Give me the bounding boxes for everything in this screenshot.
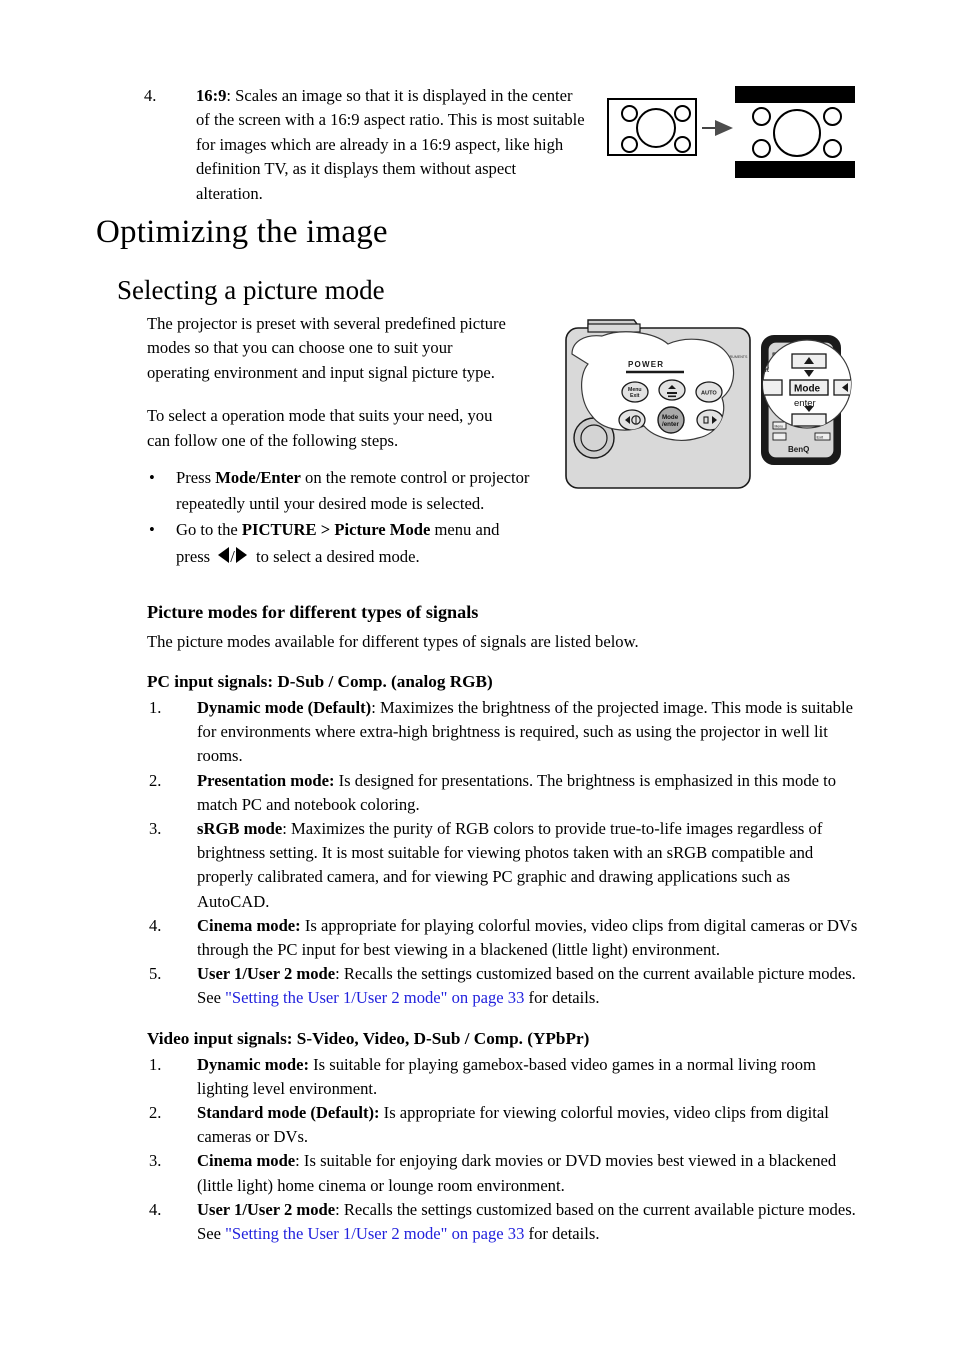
cross-reference-link[interactable]: "Setting the User 1/User 2 mode" on page… (225, 1224, 524, 1243)
aspect-ratio-list-item: 4. 16:9: Scales an image so that it is d… (140, 84, 590, 206)
projector-and-remote-illustration: DLP BY TEXAS INSTRUMENTS POWER Menu Exit (565, 319, 852, 489)
panel-button-up-keystone[interactable] (658, 379, 686, 401)
video-signals-heading: Video input signals: S-Video, Video, D-S… (147, 1028, 590, 1048)
list-item: 1. Dynamic mode (Default): Maximizes the… (147, 696, 859, 769)
small-circle-top-left (621, 105, 638, 122)
list-item: 1. Dynamic mode: Is suitable for playing… (147, 1053, 859, 1101)
list-item-body: 16:9: Scales an image so that it is disp… (196, 84, 586, 206)
list-item-number: 4. (144, 86, 157, 105)
pc-modes-list: 1. Dynamic mode (Default) : Maximizes the… (147, 696, 859, 1011)
video-modes-list: 1. Dynamic mode: Is suitable for playing… (147, 1053, 859, 1247)
svg-text:Exit: Exit (817, 435, 825, 440)
small-circle-bottom-right (674, 136, 691, 153)
panel-button-mode-enter[interactable]: Mode /enter (657, 406, 685, 434)
large-circle-shape (636, 108, 676, 148)
bullet-marker: • (149, 468, 155, 487)
list-item-text: : Scales an image so that it is displaye… (196, 86, 585, 203)
list-item: 4. Cinema mode: Is appropriate for playi… (147, 914, 859, 962)
list-item-number: 1. (149, 698, 162, 717)
bullet-text-post: menu and (430, 520, 500, 540)
list-item-term: Standard mode (Default): (197, 1103, 380, 1123)
list-item-text: : Maximizes the purity of RGB colors to … (197, 819, 823, 911)
svg-text:/enter: /enter (662, 421, 679, 428)
list-item: 3. Cinema mode: Is suitable for enjoying… (147, 1149, 859, 1197)
panel-button-left[interactable] (618, 409, 646, 431)
bullet-line2-pre: press (176, 546, 215, 566)
svg-text:Exit: Exit (630, 393, 640, 399)
selection-steps-list: • Press Mode/Enter on the remote control… (147, 465, 547, 570)
lower-content: Picture modes for different types of sig… (147, 600, 859, 1246)
list-item: • Go to the PICTURE > Picture Mode menu … (147, 517, 547, 569)
list-item-term: User 1/User 2 mode (197, 964, 336, 984)
list-item-number: 2. (149, 770, 162, 790)
panel-button-auto[interactable]: AUTO (695, 381, 723, 403)
list-item-text-after: for details. (524, 1224, 600, 1244)
small-circle-top-right (674, 105, 691, 122)
arrow-left-icon (218, 546, 230, 563)
svg-text:Mode: Mode (662, 414, 679, 421)
list-item-number: 4. (149, 915, 162, 935)
pc-signals-heading: PC input signals: D-Sub / Comp. (analog … (147, 672, 493, 691)
small-circle-top-left (752, 107, 771, 126)
target-screen-illustration (735, 86, 855, 178)
source-screen-illustration (607, 98, 697, 156)
small-circle-bottom-left (752, 139, 771, 158)
bullet-text-pre: Go to the (176, 520, 242, 540)
remote-control: Exit Menu BenQ Mode enter (761, 335, 852, 465)
list-item-text-after: for details. (524, 988, 600, 1008)
arrow-right-icon (235, 546, 247, 563)
target-screen-active-area (735, 103, 855, 161)
lead-paragraph: The picture modes available for differen… (147, 632, 639, 651)
remote-mode-label: Mode (794, 384, 821, 395)
arrow-right-icon (702, 120, 733, 136)
list-item-term: User 1/User 2 mode (197, 1199, 336, 1219)
section-title: Selecting a picture mode (117, 275, 385, 305)
list-item: 5. User 1/User 2 mode: Recalls the setti… (147, 962, 859, 1010)
intro-paragraph-1: The projector is preset with several pre… (147, 314, 506, 382)
arrow-separator: / (230, 546, 235, 566)
power-label: POWER (628, 360, 664, 369)
svg-text:AUTO: AUTO (701, 391, 717, 397)
intro-column: The projector is preset with several pre… (147, 312, 519, 453)
panel-button-menu-exit[interactable]: Menu Exit (621, 381, 649, 403)
list-item-term: sRGB mode (197, 819, 283, 839)
list-item-term: Dynamic mode: (197, 1054, 309, 1074)
large-circle-shape (773, 109, 821, 157)
list-item-term: Cinema mode (197, 1151, 296, 1171)
list-item: 4. User 1/User 2 mode: Recalls the setti… (147, 1198, 859, 1246)
list-item-number: 2. (149, 1103, 162, 1123)
list-item-term: Presentation mode: (197, 770, 335, 790)
document-page: 4. 16:9: Scales an image so that it is d… (0, 0, 954, 1352)
aspect-ratio-diagram (607, 86, 859, 178)
list-item-number: 3. (149, 819, 162, 839)
intro-paragraph-2: To select a operation mode that suits yo… (147, 406, 493, 450)
list-item: 2. Standard mode (Default): Is appropria… (147, 1101, 859, 1149)
small-circle-top-right (823, 107, 842, 126)
list-item-number: 4. (149, 1199, 162, 1219)
bullet-text-pre: Press (176, 468, 216, 487)
bullet-line2-post: to select a desired mode. (251, 546, 420, 566)
list-item-term: 16:9 (196, 86, 227, 105)
remote-brand-label: BenQ (788, 445, 809, 454)
small-circle-bottom-right (823, 139, 842, 158)
bullet-text-bold: Mode/Enter (215, 468, 301, 487)
list-item-number: 5. (149, 964, 162, 984)
page-title: Optimizing the image (96, 214, 388, 250)
list-item: 3. sRGB mode: Maximizes the purity of RG… (147, 817, 859, 914)
list-item: 2. Presentation mode: Is designed for pr… (147, 769, 859, 817)
small-circle-bottom-left (621, 136, 638, 153)
list-item-term: Cinema mode: (197, 915, 301, 935)
list-item-term: Dynamic mode (Default) (197, 698, 372, 717)
cross-reference-link[interactable]: "Setting the User 1/User 2 mode" on page… (225, 988, 524, 1007)
list-item-number: 3. (149, 1151, 162, 1171)
bullet-text-bold: PICTURE > Picture Mode (241, 520, 431, 540)
bullet-marker: • (149, 520, 155, 540)
svg-text:Menu: Menu (775, 425, 784, 429)
list-item-number: 1. (149, 1054, 162, 1074)
list-item: • Press Mode/Enter on the remote control… (147, 465, 547, 517)
subsection-title: Picture modes for different types of sig… (147, 602, 479, 622)
